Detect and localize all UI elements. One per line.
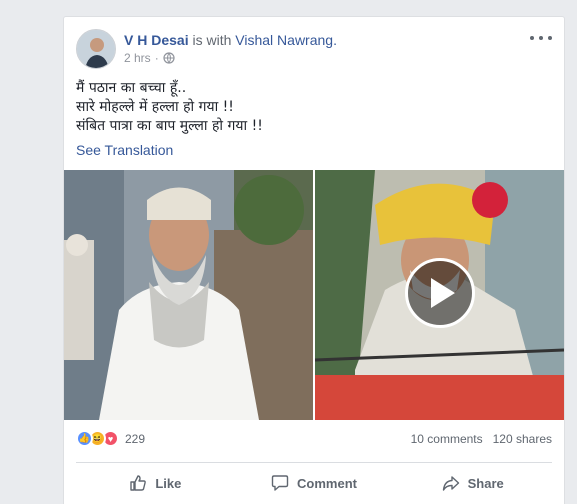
post-photo[interactable] [64, 170, 313, 420]
comments-count[interactable]: 10 comments [411, 432, 483, 446]
share-label: Share [467, 475, 504, 491]
post-meta: 2 hrs · [124, 51, 175, 65]
comment-icon [271, 475, 289, 491]
post-header: V H Desai is with Vishal Nawrang. 2 hrs … [76, 29, 552, 71]
timestamp[interactable]: 2 hrs [124, 51, 151, 65]
avatar[interactable] [76, 29, 116, 69]
post-video[interactable] [315, 170, 564, 420]
more-options-icon[interactable] [530, 29, 552, 47]
see-translation-link[interactable]: See Translation [76, 142, 173, 158]
author-line: V H Desai is with Vishal Nawrang. [124, 32, 337, 48]
divider [76, 462, 552, 463]
post-text: मैं पठान का बच्चा हूँ.. सारे मोहल्ले में… [76, 79, 552, 136]
author-name[interactable]: V H Desai [124, 32, 189, 48]
action-bar: Like Comment Share [76, 467, 552, 499]
globe-icon[interactable] [163, 52, 175, 64]
post-text-line: मैं पठान का बच्चा हूँ.. [76, 80, 187, 96]
post-text-line: संबित पात्रा का बाप मुल्ला हो गया !! [76, 118, 263, 134]
tagged-user[interactable]: Vishal Nawrang. [235, 32, 337, 48]
like-button[interactable]: Like [76, 467, 235, 499]
post-text-line: सारे मोहल्ले में हल्ला हो गया !! [76, 99, 234, 115]
like-icon: 👍 [76, 430, 93, 447]
shares-count[interactable]: 120 shares [493, 432, 552, 446]
engagement-counts: 10 comments 120 shares [411, 432, 552, 446]
play-icon[interactable] [405, 258, 475, 328]
reactions-summary[interactable]: 👍 😆 ♥ 229 [76, 430, 145, 447]
comment-button[interactable]: Comment [235, 467, 394, 499]
reactions-count[interactable]: 229 [125, 432, 145, 446]
post-card: V H Desai is with Vishal Nawrang. 2 hrs … [63, 16, 565, 504]
post-media [64, 170, 564, 420]
comment-label: Comment [297, 475, 357, 491]
thumbs-up-icon [130, 475, 147, 491]
like-label: Like [155, 475, 182, 491]
share-button[interactable]: Share [393, 467, 552, 499]
share-icon [442, 476, 459, 491]
with-text: is with [192, 32, 232, 48]
post-stats: 👍 😆 ♥ 229 10 comments 120 shares [76, 427, 552, 451]
